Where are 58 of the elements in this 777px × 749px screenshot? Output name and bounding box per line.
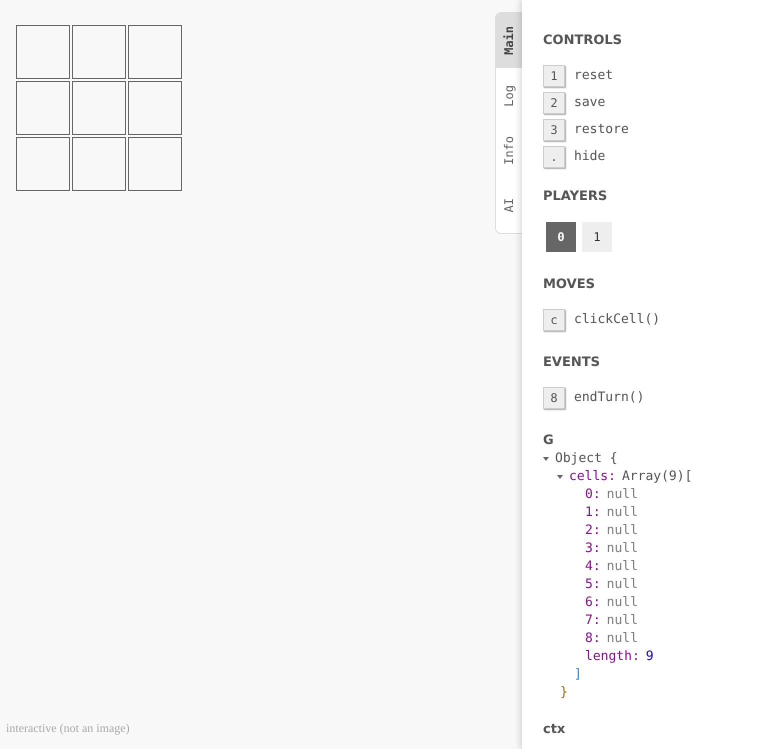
key-button[interactable]: c [543, 309, 565, 331]
player-button[interactable]: 1 [582, 222, 612, 252]
property-key: 4: [585, 558, 601, 576]
property-key: cells: [569, 468, 616, 486]
closing-bracket: } [560, 685, 568, 700]
board-cell[interactable] [72, 25, 126, 79]
key-button[interactable]: 1 [543, 65, 565, 87]
property-key: 8: [585, 630, 601, 648]
action-label[interactable]: save [574, 93, 606, 113]
board-cell[interactable] [16, 81, 70, 135]
property-key: length: [585, 648, 640, 666]
section-heading: MOVES [543, 277, 596, 293]
property-value: null [606, 576, 638, 594]
section-heading: EVENTS [543, 355, 601, 371]
action-label[interactable]: restore [574, 120, 629, 140]
property-value: null [606, 612, 638, 630]
action-label[interactable]: hide [574, 147, 606, 167]
property-key: 0: [585, 486, 601, 504]
property-key: 6: [585, 594, 601, 612]
board-cell[interactable] [128, 81, 182, 135]
type-label: Object { [555, 450, 618, 468]
board-cell[interactable] [128, 25, 182, 79]
board-cell[interactable] [72, 81, 126, 135]
expand-toggle-icon[interactable] [543, 457, 549, 461]
key-button[interactable]: . [543, 146, 565, 168]
property-value: null [606, 486, 638, 504]
key-button[interactable]: 2 [543, 92, 565, 114]
board-cell[interactable] [16, 137, 70, 191]
property-key: 2: [585, 522, 601, 540]
property-key: 7: [585, 612, 601, 630]
expand-toggle-icon[interactable] [557, 475, 563, 479]
key-button[interactable]: 8 [543, 387, 565, 409]
player-button[interactable]: 0 [546, 222, 576, 252]
type-label: Array(9)[ [622, 468, 692, 486]
tab[interactable]: Main [496, 13, 522, 68]
property-value: null [606, 558, 638, 576]
section-heading: G [543, 433, 555, 449]
board-cell[interactable] [16, 25, 70, 79]
property-value: null [606, 540, 638, 558]
section-heading: CONTROLS [543, 33, 624, 49]
section-heading: PLAYERS [543, 189, 608, 205]
property-value: null [606, 504, 638, 522]
property-value: null [606, 522, 638, 540]
property-value: 9 [646, 648, 654, 666]
property-key: 1: [585, 504, 601, 522]
property-key: 3: [585, 540, 601, 558]
property-key: 5: [585, 576, 601, 594]
closing-bracket: ] [574, 667, 582, 682]
action-label[interactable]: reset [574, 66, 614, 86]
action-label[interactable]: clickCell() [574, 310, 660, 330]
property-value: null [606, 594, 638, 612]
property-value: null [606, 630, 638, 648]
section-heading: ctx [543, 722, 566, 738]
action-label[interactable]: endTurn() [574, 388, 644, 408]
key-button[interactable]: 3 [543, 119, 565, 141]
caption: interactive (not an image) [6, 720, 130, 737]
board-cell[interactable] [128, 137, 182, 191]
board-cell[interactable] [72, 137, 126, 191]
